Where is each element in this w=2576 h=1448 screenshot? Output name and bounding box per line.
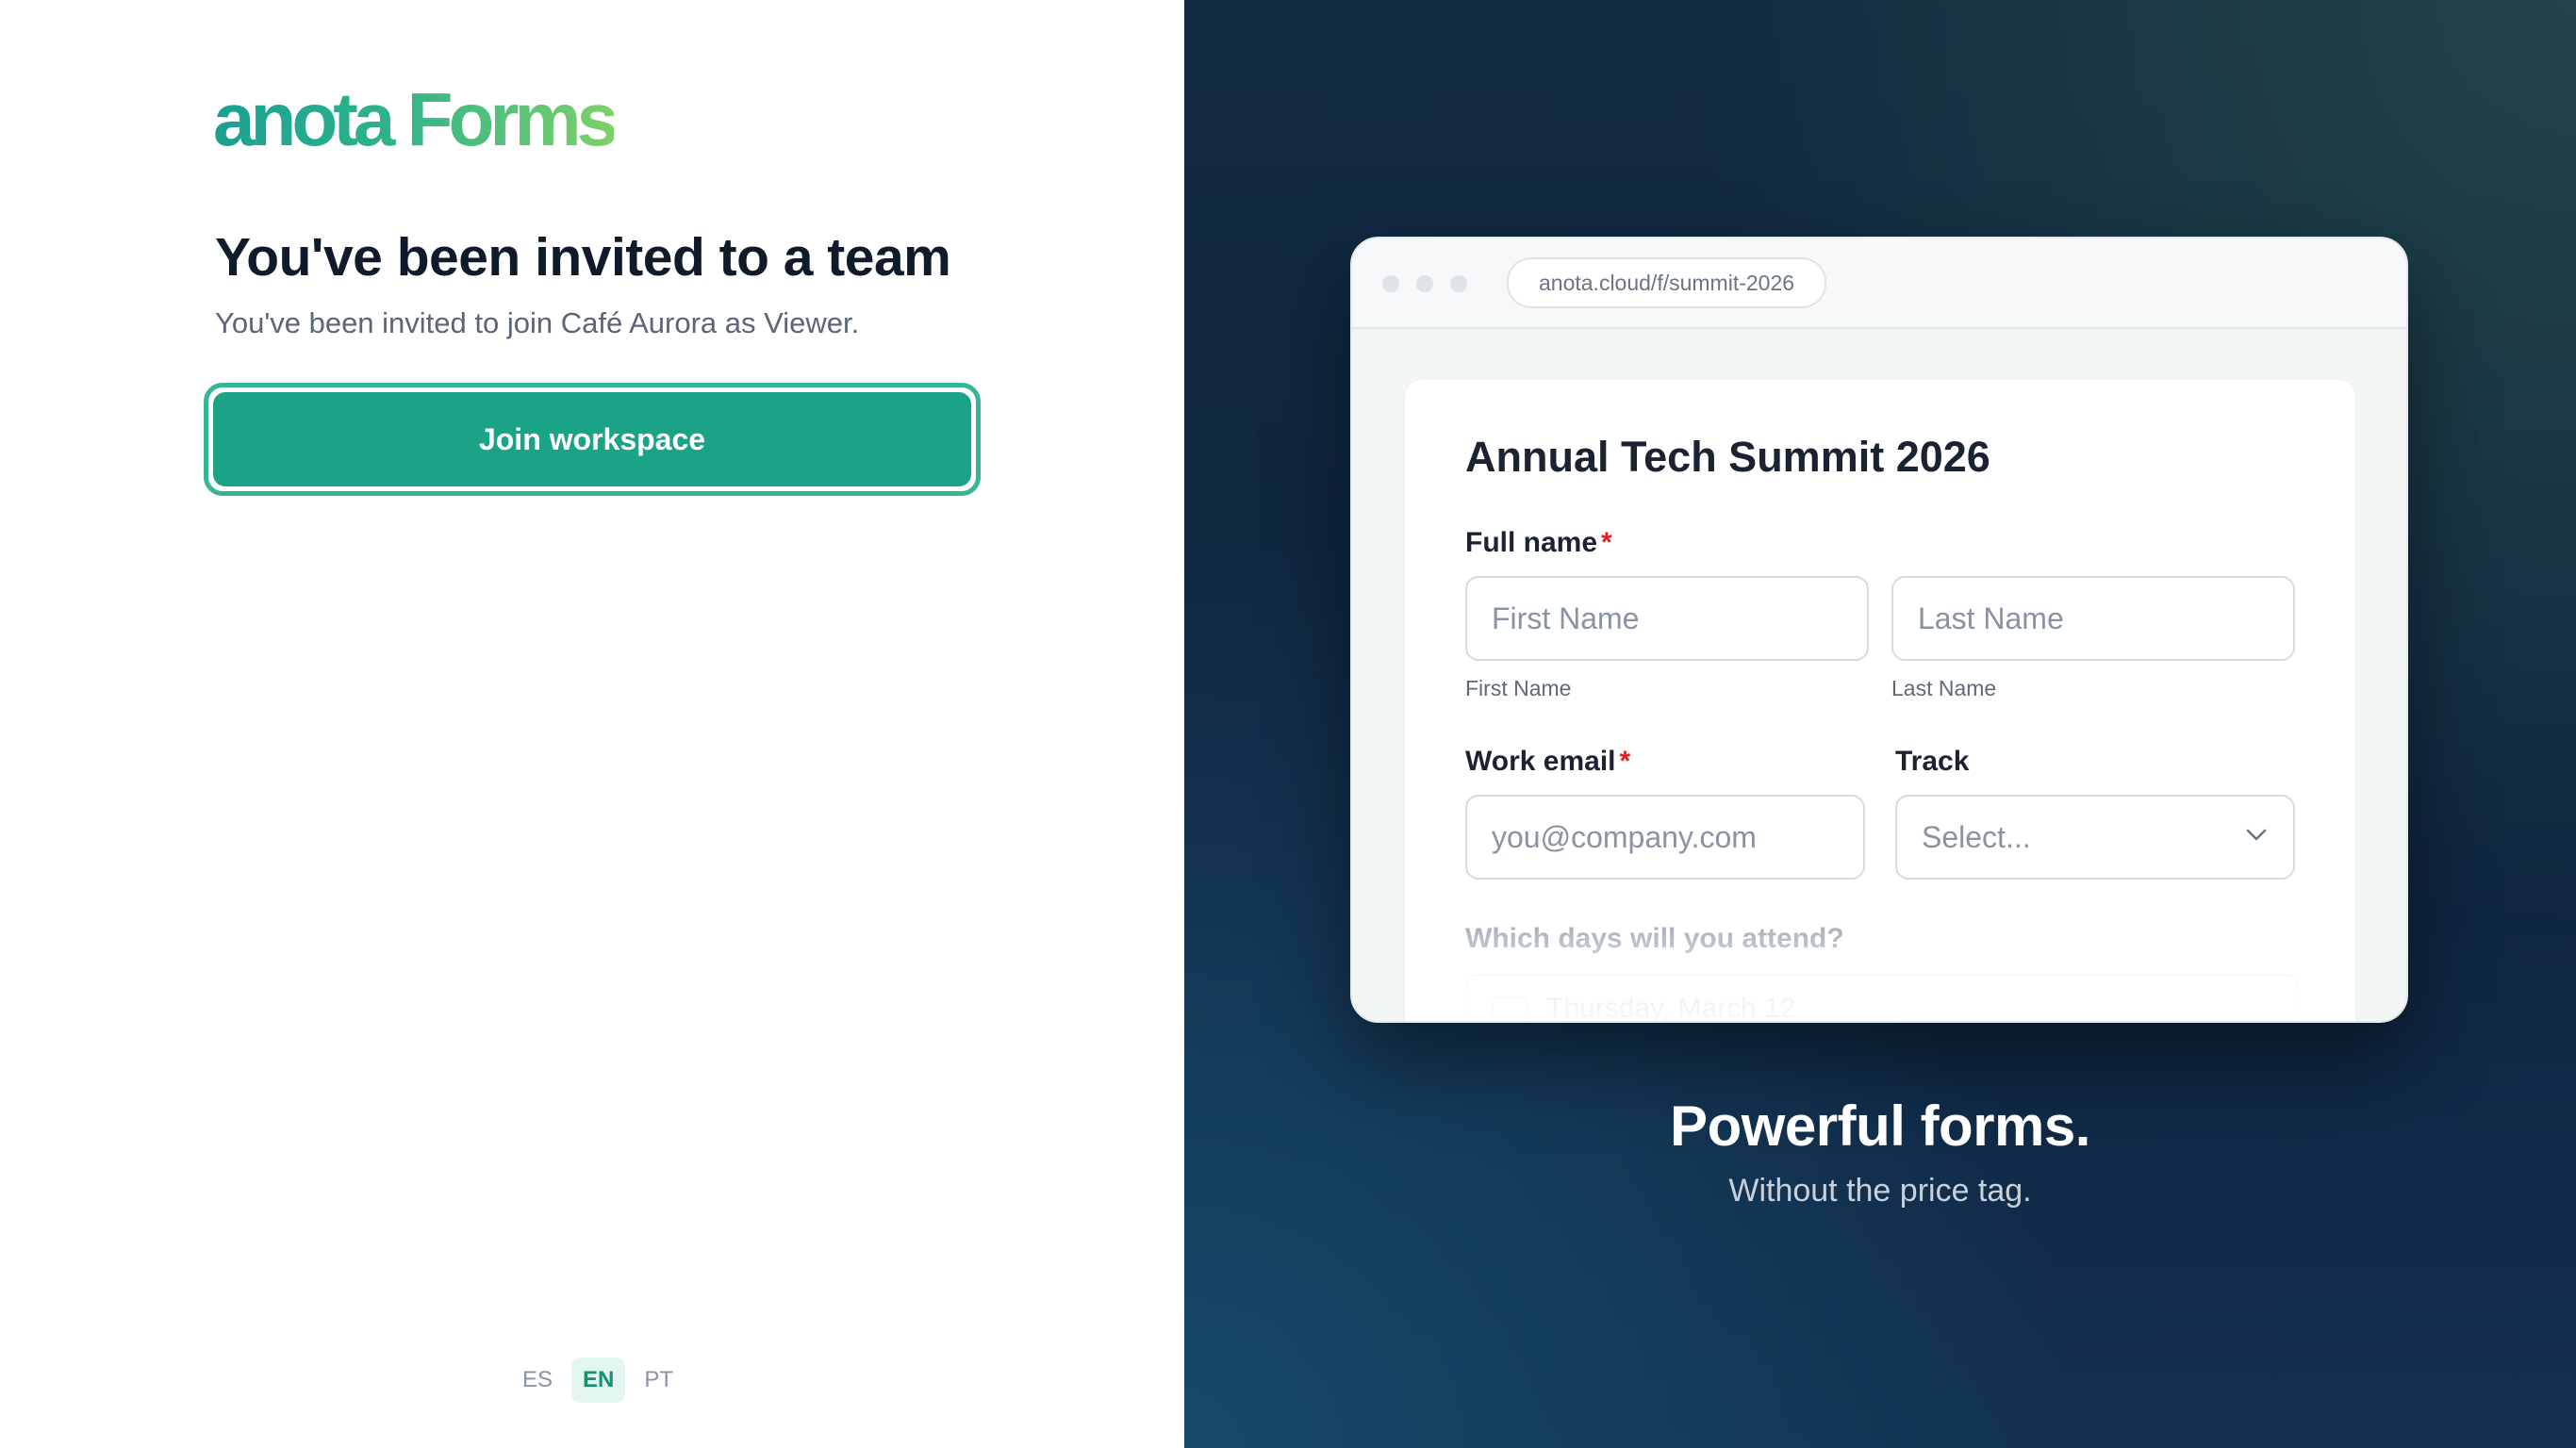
page: anota Forms You've been invited to a tea… xyxy=(0,0,2576,1448)
window-dot-icon xyxy=(1382,275,1399,292)
full-name-label-text: Full name xyxy=(1465,527,1598,558)
language-es[interactable]: ES xyxy=(511,1358,564,1403)
work-email-label: Work email * xyxy=(1465,746,1630,778)
form-preview-card: Annual Tech Summit 2026 Full name * First… xyxy=(1405,380,2355,1023)
track-select[interactable]: Select... xyxy=(1895,795,2295,880)
last-name-field[interactable]: Last Name xyxy=(1891,576,2295,661)
brand-logo: anota Forms xyxy=(213,77,619,161)
first-name-hint: First Name xyxy=(1465,676,1572,700)
invite-description: You've been invited to join Café Aurora … xyxy=(215,306,860,339)
window-dot-icon xyxy=(1450,275,1467,292)
window-dot-icon xyxy=(1416,275,1433,292)
page-title: You've been invited to a team xyxy=(215,227,951,288)
track-select-value: Select... xyxy=(1922,820,2031,854)
marketing-tagline: Powerful forms. xyxy=(1670,1094,2090,1158)
work-email-field[interactable]: you@company.com xyxy=(1465,795,1865,880)
form-title: Annual Tech Summit 2026 xyxy=(1465,433,1990,481)
full-name-label: Full name * xyxy=(1465,527,1612,559)
days-question-label: Which days will you attend? xyxy=(1465,923,1844,954)
required-mark: * xyxy=(1619,746,1631,777)
chevron-down-icon xyxy=(2246,829,2267,841)
checkbox-icon xyxy=(1492,996,1527,1021)
marketing-subline: Without the price tag. xyxy=(1728,1173,2032,1209)
last-name-hint: Last Name xyxy=(1891,676,1997,700)
join-workspace-label: Join workspace xyxy=(213,392,971,486)
browser-mockup: anota.cloud/f/summit-2026 Annual Tech Su… xyxy=(1350,237,2408,1023)
language-switcher: ES EN PT xyxy=(511,1358,685,1403)
track-label: Track xyxy=(1895,746,1970,777)
required-mark: * xyxy=(1601,527,1612,558)
day-option-label: Thursday, March 12 xyxy=(1546,993,1796,1023)
marketing-panel: anota.cloud/f/summit-2026 Annual Tech Su… xyxy=(1184,0,2576,1448)
invite-panel: anota Forms You've been invited to a tea… xyxy=(0,0,1184,1448)
day-option[interactable]: Thursday, March 12 xyxy=(1465,974,2299,1023)
browser-toolbar: anota.cloud/f/summit-2026 xyxy=(1352,239,2406,329)
work-email-label-text: Work email xyxy=(1465,746,1616,777)
first-name-field[interactable]: First Name xyxy=(1465,576,1869,661)
language-en[interactable]: EN xyxy=(571,1358,626,1403)
join-workspace-button[interactable]: Join workspace xyxy=(204,383,981,496)
language-pt[interactable]: PT xyxy=(633,1358,685,1403)
url-bar: anota.cloud/f/summit-2026 xyxy=(1507,257,1827,308)
